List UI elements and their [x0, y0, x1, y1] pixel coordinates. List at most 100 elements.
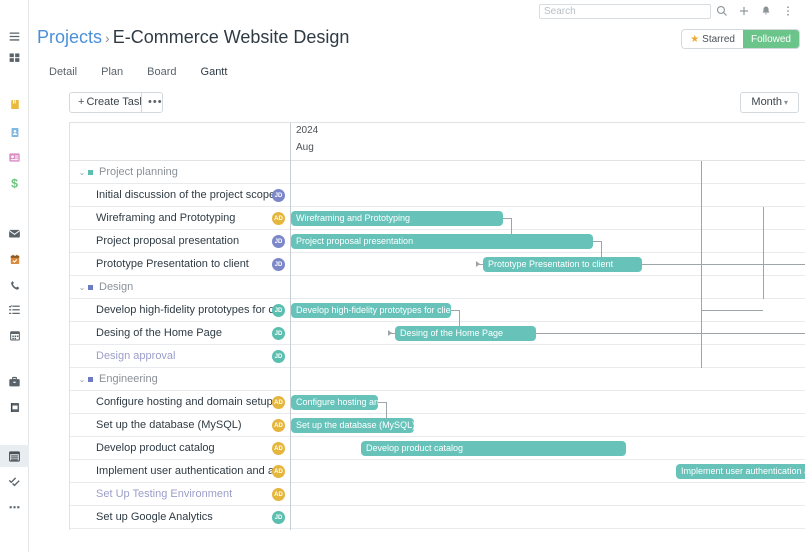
task-row[interactable]: Develop product catalog AD: [70, 437, 290, 460]
tab-gantt[interactable]: Gantt: [189, 63, 240, 81]
breadcrumb-projects-link[interactable]: Projects: [37, 27, 102, 47]
task-row[interactable]: Design approval JD: [70, 345, 290, 368]
task-name: Configure hosting and domain setup: [96, 396, 273, 408]
breadcrumb: Projects › E-Commerce Website Design: [37, 26, 349, 49]
projects-icon[interactable]: [0, 445, 29, 467]
followed-label: Followed: [750, 33, 791, 45]
notebook-icon[interactable]: [0, 396, 29, 418]
avatar[interactable]: JD: [272, 511, 285, 524]
kebab-menu-icon[interactable]: [777, 2, 799, 20]
main-content: Projects›E-Commerce Website Design ★ Sta…: [29, 0, 805, 552]
timeline-month: Aug: [296, 142, 314, 153]
chevron-down-icon[interactable]: ⌄: [76, 168, 88, 177]
avatar[interactable]: JD: [272, 189, 285, 202]
task-row[interactable]: Set up Google Analytics JD: [70, 506, 290, 529]
gantt-bar[interactable]: Set up the database (MySQL): [291, 418, 414, 433]
task-group-row[interactable]: ⌄ Project planning: [70, 161, 290, 184]
action-row: + Create Task ••• Month ▾: [69, 92, 799, 113]
task-name: Design approval: [96, 350, 176, 362]
more-dots-icon[interactable]: [0, 496, 29, 518]
hamburger-menu-icon[interactable]: [0, 25, 29, 47]
task-row[interactable]: Prototype Presentation to client JD: [70, 253, 290, 276]
avatar[interactable]: AD: [272, 396, 285, 409]
avatar[interactable]: JD: [272, 350, 285, 363]
contact-card-icon[interactable]: [0, 121, 29, 143]
timescale-dropdown[interactable]: Month ▾: [740, 92, 799, 113]
dependency-arrow: [388, 330, 392, 336]
calendar-check-icon[interactable]: [0, 248, 29, 270]
chevron-down-icon[interactable]: ⌄: [76, 375, 88, 384]
task-name: Set up the database (MySQL): [96, 419, 242, 431]
group-label: Project planning: [99, 166, 178, 178]
plus-icon: +: [78, 96, 85, 108]
star-icon: ★: [690, 33, 700, 45]
search-icon[interactable]: [711, 2, 733, 20]
task-name: Prototype Presentation to client: [96, 258, 249, 270]
group-color-marker: [88, 284, 93, 290]
avatar[interactable]: AD: [272, 419, 285, 432]
task-row[interactable]: Initial discussion of the project scopes…: [70, 184, 290, 207]
follow-controls: ★ Starred Followed: [682, 30, 799, 48]
gantt-bar[interactable]: Develop high-fidelity prototypes for cli…: [291, 303, 451, 318]
task-row[interactable]: Develop high-fidelity prototypes for cli…: [70, 299, 290, 322]
starred-button[interactable]: ★ Starred: [682, 30, 743, 48]
gantt-bar[interactable]: Develop product catalog: [361, 441, 626, 456]
avatar[interactable]: AD: [272, 488, 285, 501]
task-row[interactable]: Project proposal presentation JD: [70, 230, 290, 253]
task-row[interactable]: Set up the database (MySQL) AD: [70, 414, 290, 437]
task-group-row[interactable]: ⌄ Engineering: [70, 368, 290, 391]
calendar-icon[interactable]: [0, 324, 29, 346]
avatar[interactable]: AD: [272, 442, 285, 455]
task-list-icon[interactable]: [0, 299, 29, 321]
briefcase-icon[interactable]: [0, 371, 29, 393]
view-tabs: Detail Plan Board Gantt: [37, 63, 239, 81]
followed-button[interactable]: Followed: [742, 30, 799, 48]
dependency-line: [642, 264, 805, 265]
more-actions-button[interactable]: •••: [141, 92, 163, 113]
mail-icon[interactable]: [0, 222, 29, 244]
task-name: Set Up Testing Environment: [96, 488, 233, 500]
task-row[interactable]: Implement user authentication and acco..…: [70, 460, 290, 483]
phone-icon[interactable]: [0, 274, 29, 296]
dependency-line: [536, 333, 805, 334]
apps-grid-icon[interactable]: [0, 46, 29, 68]
task-row[interactable]: Configure hosting and domain setup AD: [70, 391, 290, 414]
dependency-guide-line: [763, 207, 764, 299]
avatar[interactable]: JD: [272, 327, 285, 340]
task-row[interactable]: Set Up Testing Environment AD: [70, 483, 290, 506]
avatar[interactable]: JD: [272, 235, 285, 248]
timescale-label: Month: [751, 96, 782, 108]
task-group-row[interactable]: ⌄ Design: [70, 276, 290, 299]
gantt-bar[interactable]: Wireframing and Prototyping: [291, 211, 503, 226]
group-label: Design: [99, 281, 134, 293]
tab-detail[interactable]: Detail: [37, 63, 89, 81]
gantt-chart: 2024 Aug Wireframing and Prototyping Proj…: [69, 122, 805, 530]
search-input[interactable]: [539, 3, 711, 19]
avatar[interactable]: JD: [272, 258, 285, 271]
group-color-marker: [88, 376, 93, 382]
gantt-bar[interactable]: Project proposal presentation: [291, 234, 593, 249]
bell-icon[interactable]: [755, 2, 777, 20]
avatar[interactable]: AD: [272, 465, 285, 478]
gantt-bar[interactable]: Prototype Presentation to client: [483, 257, 642, 272]
task-name: Wireframing and Prototyping: [96, 212, 236, 224]
checklist-icon[interactable]: [0, 470, 29, 492]
task-row[interactable]: Wireframing and Prototyping AD: [70, 207, 290, 230]
gantt-bar[interactable]: Implement user authentication and accoun…: [676, 464, 805, 479]
book-icon[interactable]: [0, 93, 29, 115]
id-badge-icon[interactable]: [0, 146, 29, 168]
gantt-bar[interactable]: Configure hosting and d: [291, 395, 378, 410]
task-name: Set up Google Analytics: [96, 511, 213, 523]
tab-plan[interactable]: Plan: [89, 63, 135, 81]
avatar[interactable]: AD: [272, 212, 285, 225]
tab-board[interactable]: Board: [135, 63, 188, 81]
timeline-bars-layer: Wireframing and Prototyping Project propo…: [284, 161, 805, 530]
avatar[interactable]: JD: [272, 304, 285, 317]
chevron-down-icon[interactable]: ⌄: [76, 283, 88, 292]
gantt-bar[interactable]: Desing of the Home Page: [395, 326, 536, 341]
plus-icon[interactable]: [733, 2, 755, 20]
gantt-timeline-pane[interactable]: 2024 Aug Wireframing and Prototyping Proj…: [284, 123, 805, 530]
dollar-icon[interactable]: $: [0, 172, 29, 194]
task-row[interactable]: Desing of the Home Page JD: [70, 322, 290, 345]
task-name: Develop product catalog: [96, 442, 215, 454]
